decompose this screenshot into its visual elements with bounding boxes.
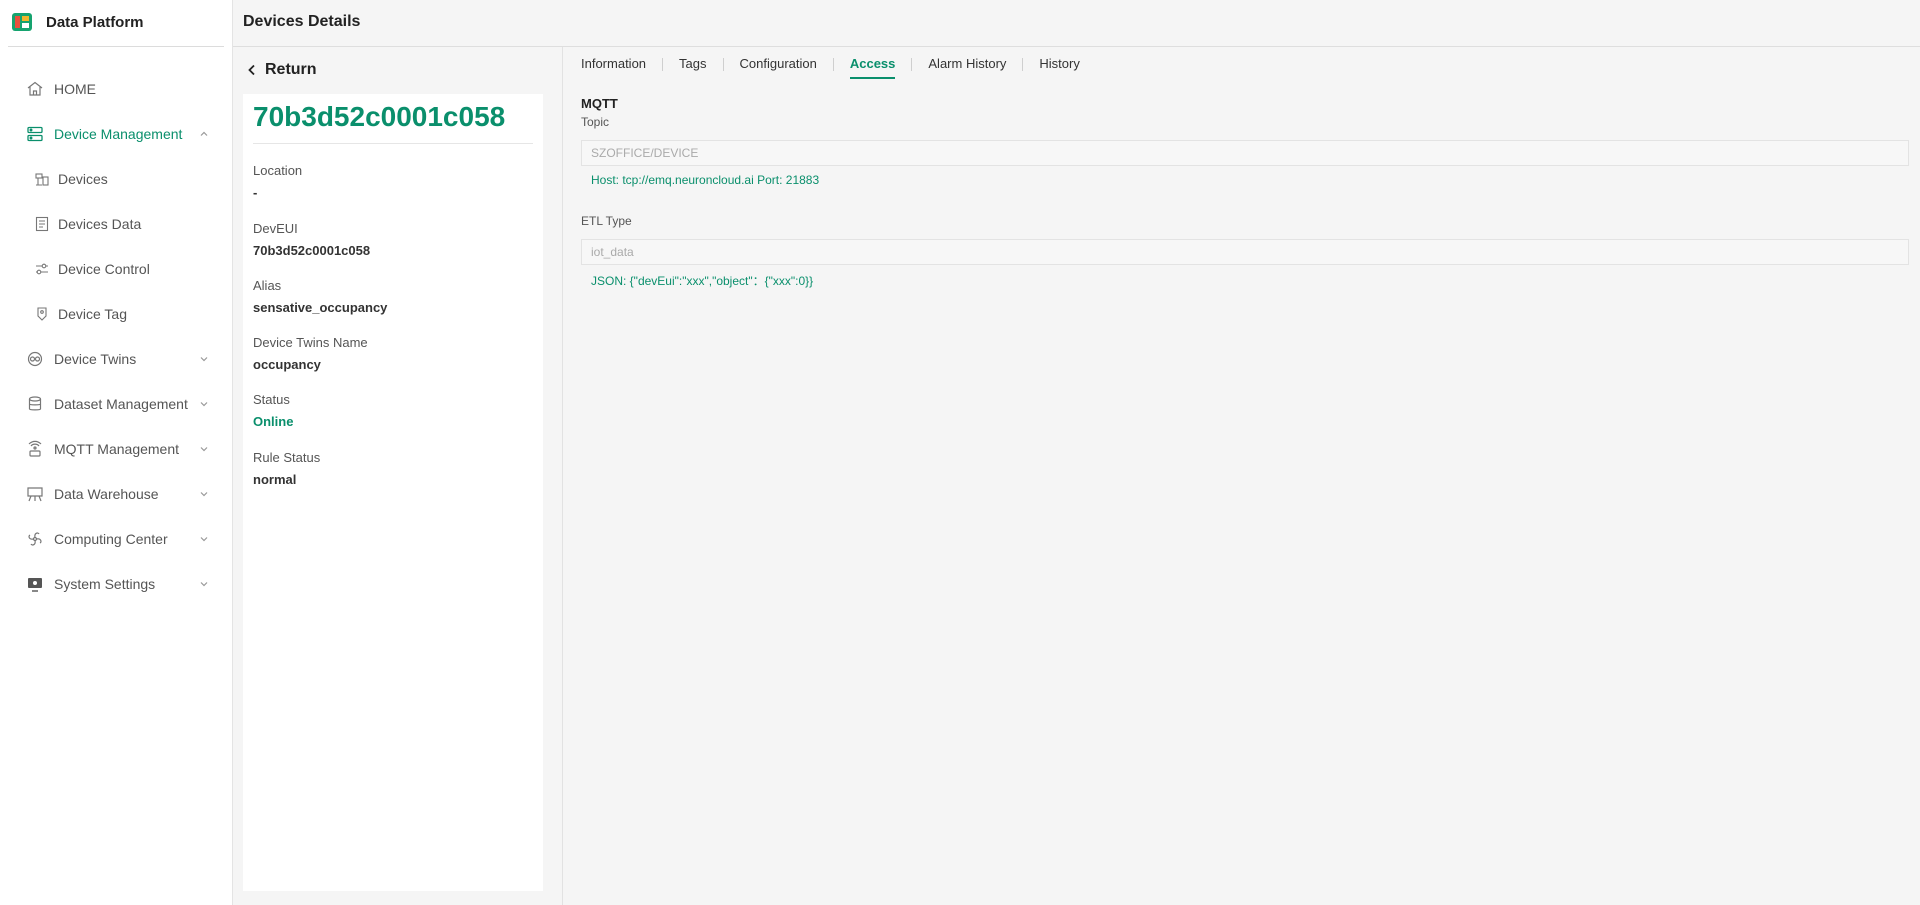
tab-separator — [722, 58, 724, 71]
sidebar-item-label: Computing Center — [54, 530, 168, 547]
field-value: sensative_occupancy — [253, 300, 388, 315]
tab-separator — [911, 58, 913, 71]
tab-separator — [1022, 58, 1024, 71]
sidebar-item-label: Devices — [58, 170, 108, 187]
card-divider — [253, 143, 533, 144]
sidebar: Data Platform HOME Device Management Dev… — [0, 0, 233, 905]
location-field: Location - — [253, 163, 302, 200]
return-label: Return — [265, 61, 317, 78]
sidebar-item-label: MQTT Management — [54, 440, 180, 457]
field-value: normal — [253, 472, 297, 487]
signal-icon — [26, 440, 44, 458]
field-label: Rule Status — [253, 450, 321, 465]
tab-separator — [662, 58, 664, 71]
json-hint: JSON: {"devEui":"xxx","object"：{"xxx":0}… — [591, 274, 814, 288]
alias-field: Alias sensative_occupancy — [253, 278, 387, 315]
tab-alarm-history[interactable]: Alarm History — [928, 47, 1006, 81]
tab-tags[interactable]: Tags — [679, 47, 706, 81]
chevron-down-icon — [198, 398, 210, 410]
device-id: 70b3d52c0001c058 — [253, 101, 506, 132]
sidebar-item-home[interactable]: HOME — [0, 66, 232, 111]
sidebar-item-device-twins[interactable]: Device Twins — [0, 336, 232, 381]
sidebar-item-label: Dataset Management — [54, 395, 188, 412]
device-summary-panel: Return 70b3d52c0001c058 Location - DevEU… — [233, 47, 563, 905]
access-content: MQTT Topic SZOFFICE/DEVICE Host: tcp://e… — [581, 96, 1910, 289]
field-label: DevEUI — [253, 221, 298, 236]
sidebar-item-label: Devices Data — [58, 215, 142, 232]
sidebar-nav: HOME Device Management Devices Devices D… — [0, 66, 232, 606]
sidebar-item-devices[interactable]: Devices — [0, 156, 232, 201]
tab-information[interactable]: Information — [581, 47, 646, 81]
sidebar-item-label: Device Management — [54, 125, 183, 142]
topic-label: Topic — [581, 115, 610, 129]
mqtt-section-title: MQTT — [581, 96, 618, 111]
return-button[interactable]: Return — [245, 61, 317, 79]
sidebar-item-devices-data[interactable]: Devices Data — [0, 201, 232, 246]
page-title: Devices Details — [243, 13, 361, 30]
field-label: Alias — [253, 278, 282, 293]
sidebar-item-computing-center[interactable]: Computing Center — [0, 516, 232, 561]
sidebar-item-dataset-management[interactable]: Dataset Management — [0, 381, 232, 426]
monitor-icon — [26, 575, 44, 593]
sidebar-item-device-tag[interactable]: Device Tag — [0, 291, 232, 336]
database-icon — [26, 395, 44, 413]
sidebar-item-system-settings[interactable]: System Settings — [0, 561, 232, 606]
field-value: - — [253, 185, 258, 200]
brand-name: Data Platform — [46, 13, 144, 31]
sidebar-item-device-management[interactable]: Device Management — [0, 111, 232, 156]
etl-type-label: ETL Type — [581, 214, 632, 228]
deveui-field: DevEUI 70b3d52c0001c058 — [253, 221, 370, 258]
sidebar-item-label: System Settings — [54, 575, 156, 592]
field-value: occupancy — [253, 357, 321, 372]
etl-type-field[interactable]: iot_data — [581, 239, 1909, 265]
sidebar-item-label: Device Twins — [54, 350, 137, 367]
document-icon — [34, 216, 50, 232]
sliders-icon — [34, 261, 50, 277]
sidebar-item-mqtt-management[interactable]: MQTT Management — [0, 426, 232, 471]
sidebar-item-label: HOME — [54, 80, 96, 97]
tab-access[interactable]: Access — [849, 47, 895, 81]
status-field: Status Online — [253, 392, 293, 429]
page-header: Devices Details — [233, 0, 1920, 47]
twins-icon — [26, 350, 44, 368]
home-icon — [26, 80, 44, 98]
host-hint: Host: tcp://emq.neuroncloud.ai Port: 218… — [591, 173, 820, 187]
field-label: Status — [253, 392, 290, 407]
chevron-left-icon — [245, 63, 259, 77]
field-value: 70b3d52c0001c058 — [253, 243, 371, 258]
field-label: Location — [253, 163, 303, 178]
sidebar-item-device-control[interactable]: Device Control — [0, 246, 232, 291]
chevron-down-icon — [198, 578, 210, 590]
tab-configuration[interactable]: Configuration — [740, 47, 817, 81]
chevron-down-icon — [198, 533, 210, 545]
tab-separator — [832, 58, 834, 71]
sidebar-item-label: Data Warehouse — [54, 485, 159, 502]
brand-divider — [8, 46, 224, 47]
device-card: 70b3d52c0001c058 Location - DevEUI 70b3d… — [243, 94, 543, 891]
field-label: Device Twins Name — [253, 335, 368, 350]
logo-icon — [12, 13, 32, 31]
sidebar-item-label: Device Tag — [58, 305, 128, 322]
warehouse-icon — [26, 485, 44, 503]
tag-icon — [34, 306, 50, 322]
status-value: Online — [253, 414, 294, 429]
fan-icon — [26, 530, 44, 548]
rule-status-field: Rule Status normal — [253, 450, 320, 487]
detail-tabs: Information Tags Configuration Access Al… — [562, 47, 1920, 85]
tab-history[interactable]: History — [1039, 47, 1079, 81]
chevron-down-icon — [198, 488, 210, 500]
topic-field[interactable]: SZOFFICE/DEVICE — [581, 140, 1909, 166]
chevron-up-icon — [198, 128, 210, 140]
chevron-down-icon — [198, 443, 210, 455]
brand[interactable]: Data Platform — [0, 0, 232, 44]
device-twins-name-field: Device Twins Name occupancy — [253, 335, 368, 372]
server-icon — [26, 125, 44, 143]
devices-icon — [34, 171, 50, 187]
sidebar-item-label: Device Control — [58, 260, 150, 277]
chevron-down-icon — [198, 353, 210, 365]
sidebar-item-data-warehouse[interactable]: Data Warehouse — [0, 471, 232, 516]
